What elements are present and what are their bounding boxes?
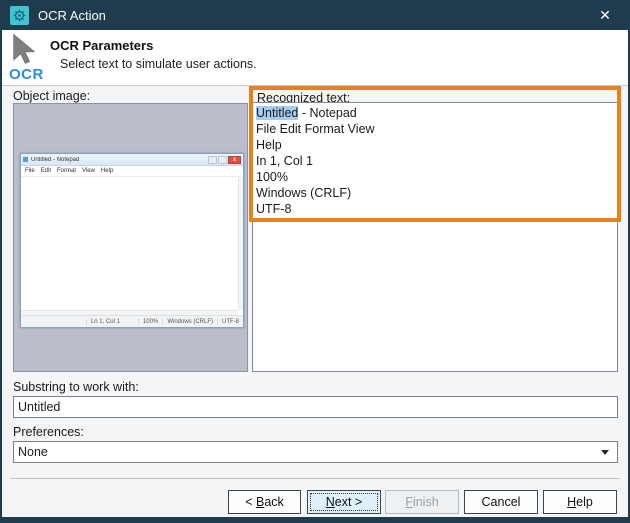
gear-icon (10, 6, 29, 25)
notepad-minimize-button (208, 156, 217, 164)
recognized-line[interactable]: Help (256, 137, 614, 153)
ocr-logo-text: OCR (9, 66, 44, 83)
notepad-menu-format: Format (57, 168, 76, 174)
notepad-menu-file: File (25, 168, 35, 174)
notepad-statusbar: Ln 1, Col 1 100% Windows (CRLF) UTF-8 (21, 315, 243, 327)
help-button[interactable]: Help (543, 490, 617, 514)
wizard-header: OCR OCR Parameters Select text to simula… (2, 30, 628, 86)
selected-text-highlight[interactable]: Untitled (256, 106, 298, 120)
notepad-horizontal-scrollbar (21, 310, 238, 315)
close-button[interactable]: ✕ (590, 0, 620, 30)
recognized-line[interactable]: Untitled - Notepad (256, 105, 614, 121)
page-subtitle: Select text to simulate user actions. (60, 57, 257, 71)
notepad-canvas (21, 177, 243, 315)
notepad-titlebar: Untitled - Notepad x (21, 154, 243, 166)
notepad-menu-edit: Edit (41, 168, 51, 174)
preferences-label: Preferences: (13, 425, 84, 439)
titlebar[interactable]: OCR Action ✕ (0, 0, 630, 30)
recognized-line-rest: - Notepad (298, 106, 356, 120)
notepad-menu-view: View (82, 168, 95, 174)
notepad-status-eol: Windows (CRLF) (162, 319, 217, 325)
chevron-down-icon (601, 450, 609, 455)
ocr-action-dialog: OCR Action ✕ OCR OCR Parameters Select t… (0, 0, 630, 523)
notepad-status-cursor: Ln 1, Col 1 (86, 319, 124, 325)
close-icon: ✕ (599, 7, 611, 24)
recognized-line[interactable]: 100% (256, 169, 614, 185)
object-image-panel: Untitled - Notepad x File Edit Format Vi… (13, 103, 248, 372)
recognized-line[interactable]: UTF-8 (256, 201, 614, 217)
finish-button: Finish (385, 490, 459, 514)
cancel-button[interactable]: Cancel (464, 490, 538, 514)
preferences-selected-value: None (18, 445, 48, 459)
back-button[interactable]: < Back (228, 490, 301, 514)
recognized-line[interactable]: File Edit Format View (256, 121, 614, 137)
notepad-preview: Untitled - Notepad x File Edit Format Vi… (20, 153, 244, 328)
notepad-menubar: File Edit Format View Help (21, 166, 243, 177)
notepad-vertical-scrollbar (238, 177, 243, 310)
footer-separator (10, 478, 620, 479)
object-image-label: Object image: (13, 89, 90, 103)
recognized-line[interactable]: In 1, Col 1 (256, 153, 614, 169)
ocr-logo: OCR (8, 33, 50, 83)
page-title: OCR Parameters (50, 38, 153, 53)
notepad-menu-help: Help (101, 168, 113, 174)
notepad-maximize-button (218, 156, 227, 164)
next-button[interactable]: Next > (307, 490, 381, 514)
notepad-title: Untitled - Notepad (31, 157, 207, 163)
cursor-icon (8, 33, 42, 67)
notepad-icon (23, 157, 28, 162)
substring-input[interactable] (13, 396, 618, 418)
preferences-dropdown[interactable]: None (13, 441, 618, 463)
notepad-status-encoding: UTF-8 (217, 319, 243, 325)
recognized-line[interactable]: Windows (CRLF) (256, 185, 614, 201)
recognized-text-listbox[interactable]: Untitled - Notepad File Edit Format View… (252, 102, 618, 372)
substring-label: Substring to work with: (13, 380, 139, 394)
notepad-status-zoom: 100% (138, 319, 162, 325)
notepad-close-button: x (228, 156, 241, 164)
window-title: OCR Action (38, 8, 106, 23)
